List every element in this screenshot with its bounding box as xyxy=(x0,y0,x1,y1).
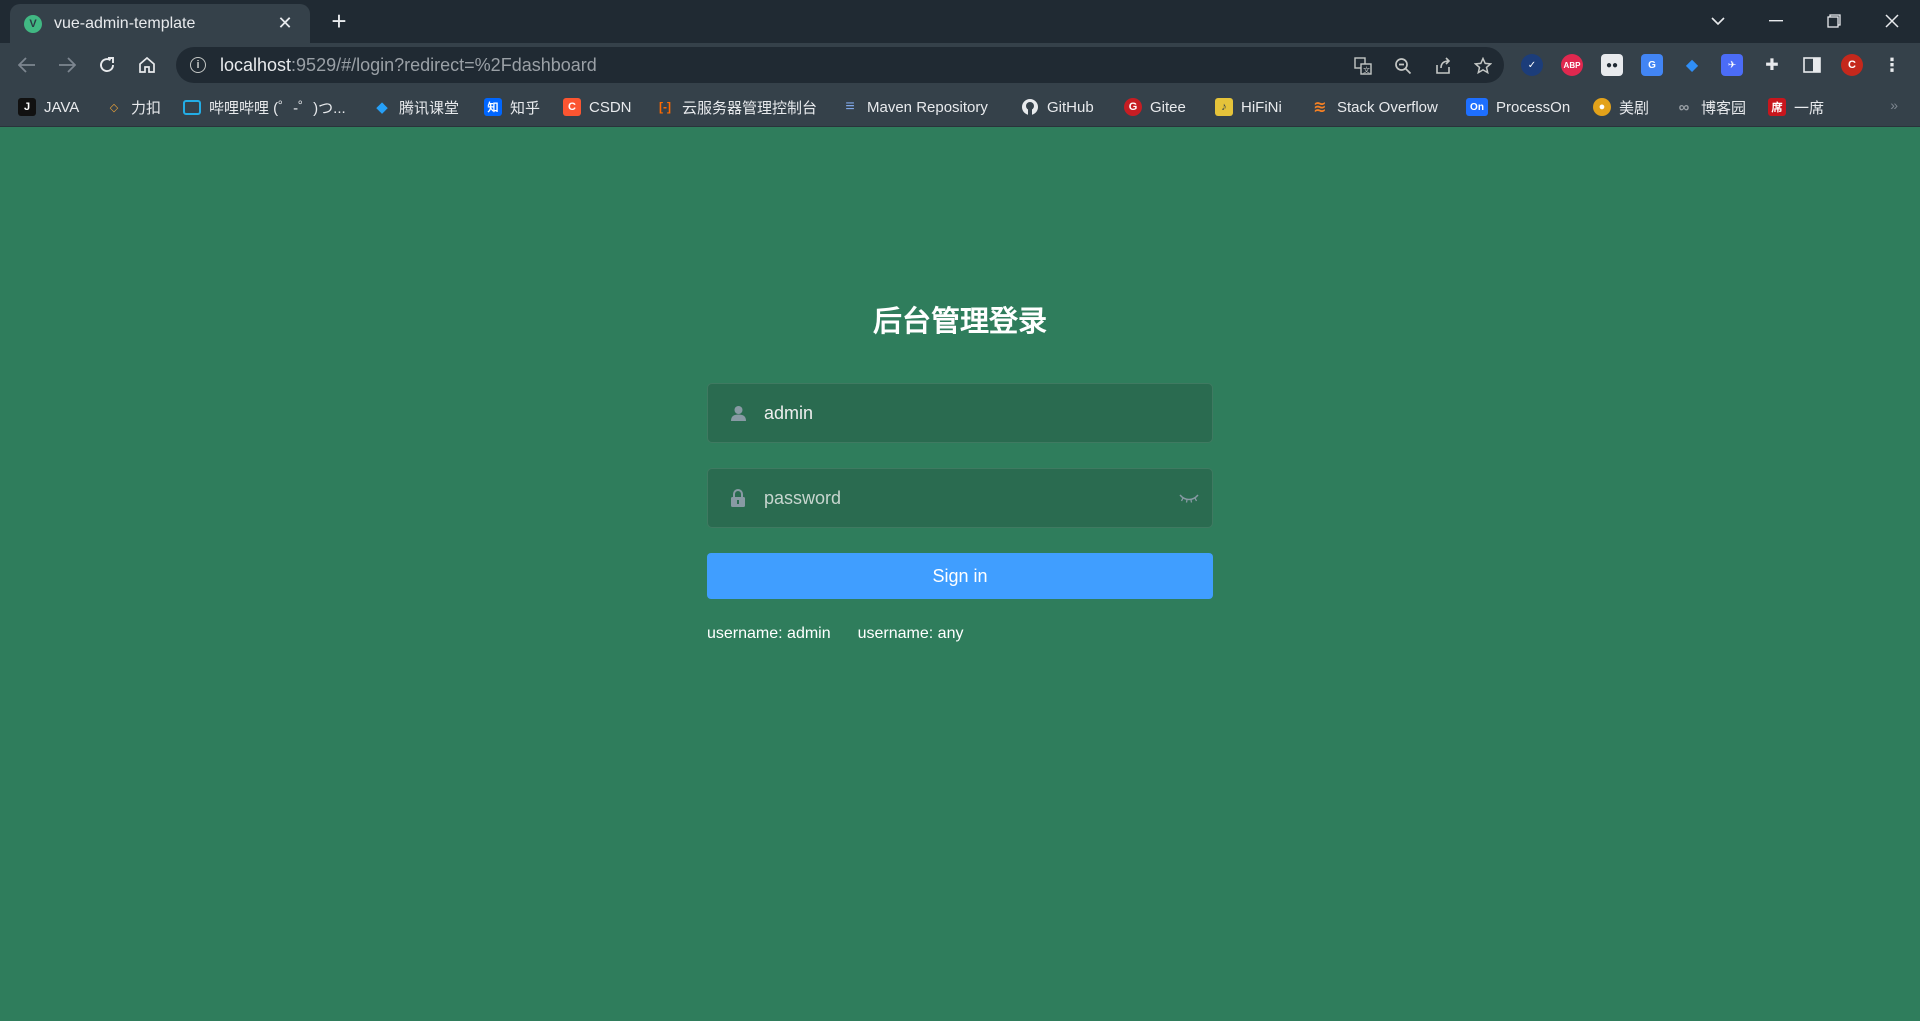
profile-avatar[interactable]: C xyxy=(1841,54,1863,76)
username-input[interactable] xyxy=(764,384,1212,442)
bookmark-extension-icon[interactable]: ✈ xyxy=(1721,54,1743,76)
password-input[interactable] xyxy=(764,469,1166,527)
bookmark-hifini[interactable]: ♪ HiFiNi xyxy=(1215,95,1282,119)
forward-arrow-icon[interactable] xyxy=(52,50,82,80)
bookmark-meiju[interactable]: ● 美剧 xyxy=(1593,95,1649,119)
bookmark-leetcode[interactable]: ◇ 力扣 xyxy=(105,95,161,119)
minimize-icon[interactable] xyxy=(1753,6,1799,36)
browser-tab-strip: V vue-admin-template ✕ + xyxy=(0,0,1920,43)
share-icon[interactable] xyxy=(1432,55,1454,77)
zoom-icon[interactable] xyxy=(1392,55,1414,77)
bookmark-tencent-class[interactable]: ◆ 腾讯课堂 xyxy=(373,95,459,119)
new-tab-button[interactable]: + xyxy=(325,8,353,36)
bookmark-label: Stack Overflow xyxy=(1337,98,1438,116)
bookmark-java[interactable]: J JAVA xyxy=(18,95,79,119)
jd-icon: J xyxy=(18,98,36,116)
tab-close-icon[interactable]: ✕ xyxy=(274,13,296,34)
bookmark-label: 博客园 xyxy=(1701,99,1747,117)
restore-icon[interactable] xyxy=(1811,6,1857,36)
bookmark-yixi[interactable]: 席 一席 xyxy=(1768,95,1824,119)
gitee-icon: G xyxy=(1124,98,1142,116)
eye-closed-icon[interactable] xyxy=(1166,493,1212,503)
page-title: 后台管理登录 xyxy=(872,306,1047,338)
lock-icon xyxy=(708,489,768,507)
bookmark-label: 哔哩哔哩 (゜-゜)つ... xyxy=(209,99,346,117)
bookmark-label: Maven Repository xyxy=(867,98,988,116)
user-icon xyxy=(708,405,768,422)
address-bar[interactable]: i localhost:9529/#/login?redirect=%2Fdas… xyxy=(176,47,1504,83)
csdn-icon: C xyxy=(563,98,581,116)
bookmarks-overflow-icon[interactable]: » xyxy=(1890,97,1898,113)
zhihu-icon: 知 xyxy=(484,98,502,116)
window-close-icon[interactable] xyxy=(1869,6,1915,36)
bookmark-stackoverflow[interactable]: ≋ Stack Overflow xyxy=(1311,95,1438,119)
side-panel-icon[interactable] xyxy=(1801,54,1823,76)
reload-icon[interactable] xyxy=(92,50,122,80)
bookmark-label: HiFiNi xyxy=(1241,98,1282,116)
bookmark-processon[interactable]: On ProcessOn xyxy=(1466,95,1570,119)
stackoverflow-icon: ≋ xyxy=(1313,99,1327,116)
tab-search-chevron-down-icon[interactable] xyxy=(1695,6,1741,36)
bookmark-label: ProcessOn xyxy=(1496,98,1571,116)
tampermonkey-icon[interactable]: ●● xyxy=(1601,54,1623,76)
bookmark-label: 云服务器管理控制台 xyxy=(682,99,818,117)
bookmark-csdn[interactable]: C CSDN xyxy=(563,95,632,119)
home-icon[interactable] xyxy=(132,50,162,80)
url-text: localhost:9529/#/login?redirect=%2Fdashb… xyxy=(220,55,597,76)
bookmark-label: CSDN xyxy=(589,98,632,116)
bookmark-label: 一席 xyxy=(1794,99,1825,117)
bookmark-label: GitHub xyxy=(1047,98,1094,116)
username-field[interactable] xyxy=(707,383,1213,443)
login-page: 后台管理登录 Sign in username: admin username:… xyxy=(0,128,1920,1021)
bookmark-label: 力扣 xyxy=(131,99,162,117)
processon-icon: On xyxy=(1466,98,1488,116)
translate-icon[interactable]: 文 xyxy=(1352,55,1374,77)
svg-text:文: 文 xyxy=(1363,66,1370,75)
bookmark-cnblogs[interactable]: ∞ 博客园 xyxy=(1675,95,1746,119)
tencent-class-icon: ◆ xyxy=(376,99,388,116)
diamond-extension-icon[interactable]: ◆ xyxy=(1681,54,1703,76)
bookmark-label: 知乎 xyxy=(510,99,541,117)
meiju-icon: ● xyxy=(1593,98,1611,116)
adblock-plus-icon[interactable]: ABP xyxy=(1561,54,1583,76)
hifini-icon: ♪ xyxy=(1215,98,1233,116)
bookmark-star-icon[interactable] xyxy=(1472,55,1494,77)
back-arrow-icon[interactable] xyxy=(12,50,42,80)
bookmark-label: JAVA xyxy=(44,98,80,116)
login-tips: username: admin username: any xyxy=(707,625,963,643)
bookmark-bilibili[interactable]: 哔哩哔哩 (゜-゜)つ... xyxy=(183,95,346,119)
sign-in-button[interactable]: Sign in xyxy=(707,553,1213,599)
bookmark-zhihu[interactable]: 知 知乎 xyxy=(484,95,540,119)
password-field[interactable] xyxy=(707,468,1213,528)
site-info-icon[interactable]: i xyxy=(190,57,206,73)
leetcode-icon: ◇ xyxy=(109,101,119,114)
browser-tab[interactable]: V vue-admin-template ✕ xyxy=(10,4,310,43)
bookmark-aliyun[interactable]: [-] 云服务器管理控制台 xyxy=(656,95,817,119)
tab-title: vue-admin-template xyxy=(54,14,196,32)
check-extension-icon[interactable]: ✓ xyxy=(1521,54,1543,76)
bookmark-github[interactable]: GitHub xyxy=(1021,95,1094,119)
tip-any: username: any xyxy=(857,625,964,642)
url-path: :9529/#/login?redirect=%2Fdashboard xyxy=(291,54,597,75)
bookmark-gitee[interactable]: G Gitee xyxy=(1124,95,1186,119)
browser-toolbar: i localhost:9529/#/login?redirect=%2Fdas… xyxy=(0,43,1920,87)
extensions-puzzle-icon[interactable]: ✚ xyxy=(1761,54,1783,76)
tip-admin: username: admin xyxy=(707,625,831,642)
url-host: localhost xyxy=(220,54,292,75)
github-icon xyxy=(1021,98,1039,116)
vue-logo-icon: V xyxy=(24,14,42,33)
cnblogs-icon: ∞ xyxy=(1678,98,1690,116)
bilibili-icon xyxy=(183,99,201,115)
google-translate-icon[interactable]: G xyxy=(1641,54,1663,76)
bookmark-label: 腾讯课堂 xyxy=(399,99,460,117)
yixi-icon: 席 xyxy=(1768,98,1786,116)
bookmark-label: 美剧 xyxy=(1619,99,1650,117)
bookmark-maven[interactable]: ≡ Maven Repository xyxy=(841,95,988,119)
bookmark-label: Gitee xyxy=(1150,98,1186,116)
menu-kebab-icon[interactable]: ⋮ xyxy=(1881,54,1903,76)
aliyun-icon: [-] xyxy=(659,100,671,114)
maven-icon: ≡ xyxy=(845,98,855,115)
bookmarks-bar: J JAVA ◇ 力扣 哔哩哔哩 (゜-゜)つ... ◆ 腾讯课堂 知 知乎 C… xyxy=(0,87,1920,127)
